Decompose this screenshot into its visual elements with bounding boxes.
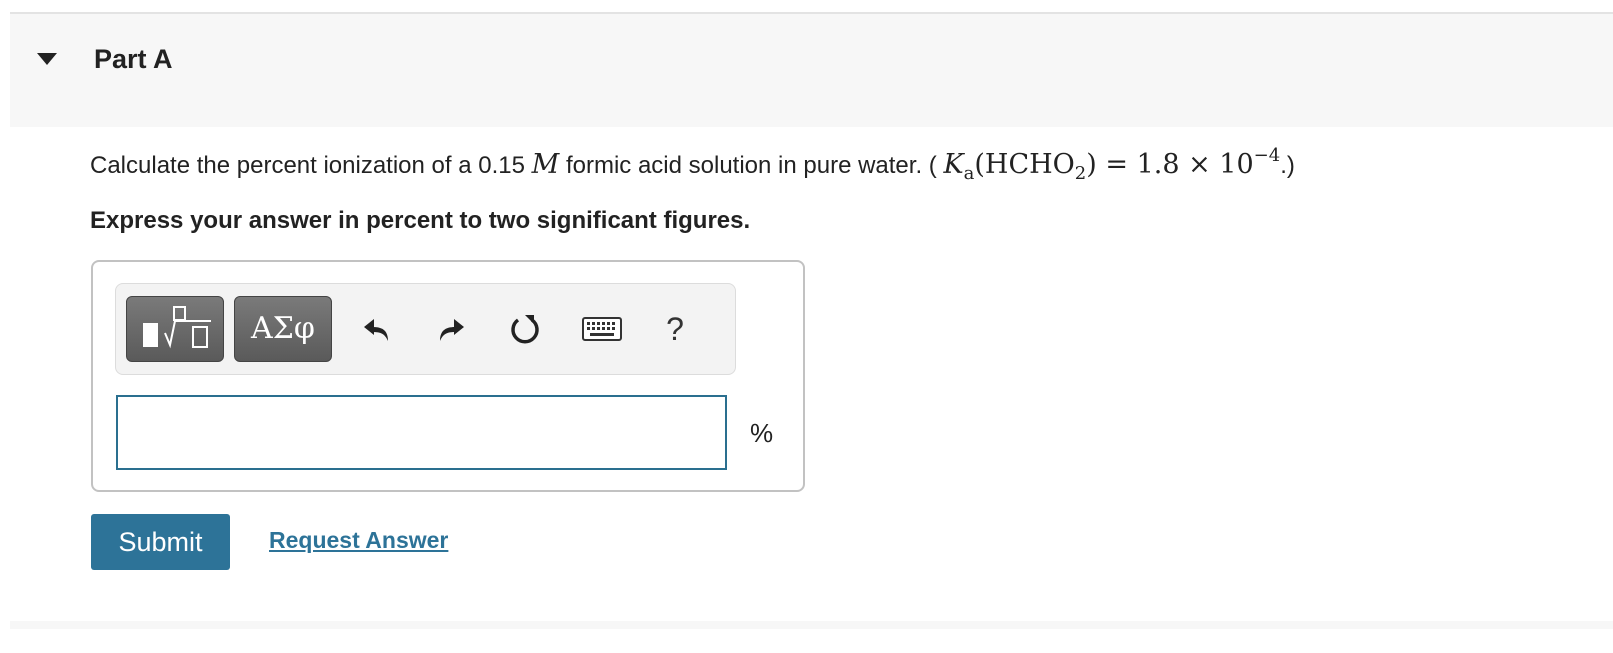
reset-icon (511, 315, 539, 344)
instruction-text: Express your answer in percent to two si… (90, 207, 751, 234)
part-title: Part A (94, 44, 173, 74)
ka-formula-close: ) (1086, 149, 1097, 180)
reset-button[interactable] (505, 307, 545, 351)
question-text: Calculate the percent ionization of a 0.… (90, 145, 1295, 184)
question-text-before: Calculate the percent ionization of a 0.… (90, 152, 532, 179)
help-button[interactable]: ? (655, 307, 695, 351)
templates-icon (143, 306, 211, 349)
undo-button[interactable] (357, 307, 397, 351)
request-answer-link[interactable]: Request Answer (269, 527, 448, 554)
ka-expression: Ka(HCHO2) = 1.8 × 10−4 (943, 145, 1280, 184)
question-close: .) (1280, 152, 1295, 179)
answer-input[interactable] (116, 395, 727, 470)
unit-label: % (750, 418, 774, 448)
ka-value: = 1.8 × 10 (1096, 149, 1254, 180)
ka-formula-open: (HCHO (974, 149, 1075, 180)
redo-button[interactable] (431, 307, 471, 351)
redo-icon (440, 319, 464, 341)
molarity-symbol: M (531, 149, 560, 180)
ka-subscript: a (963, 163, 975, 184)
keyboard-button[interactable] (580, 307, 624, 351)
submit-button[interactable]: Submit (91, 514, 230, 570)
symbols-button[interactable]: ΑΣφ (234, 296, 332, 362)
keyboard-icon (582, 317, 622, 341)
question-text-after: formic acid solution in pure water. ( (559, 152, 944, 179)
ka-exponent: −4 (1253, 145, 1281, 166)
undo-icon (364, 319, 388, 341)
symbols-label: ΑΣφ (251, 311, 315, 346)
collapse-caret-icon[interactable] (37, 53, 57, 65)
part-header[interactable] (10, 14, 1613, 127)
bottom-divider (10, 621, 1613, 629)
templates-button[interactable] (126, 296, 224, 362)
ka-formula-subscript: 2 (1074, 163, 1087, 184)
ka-symbol: K (943, 149, 964, 180)
